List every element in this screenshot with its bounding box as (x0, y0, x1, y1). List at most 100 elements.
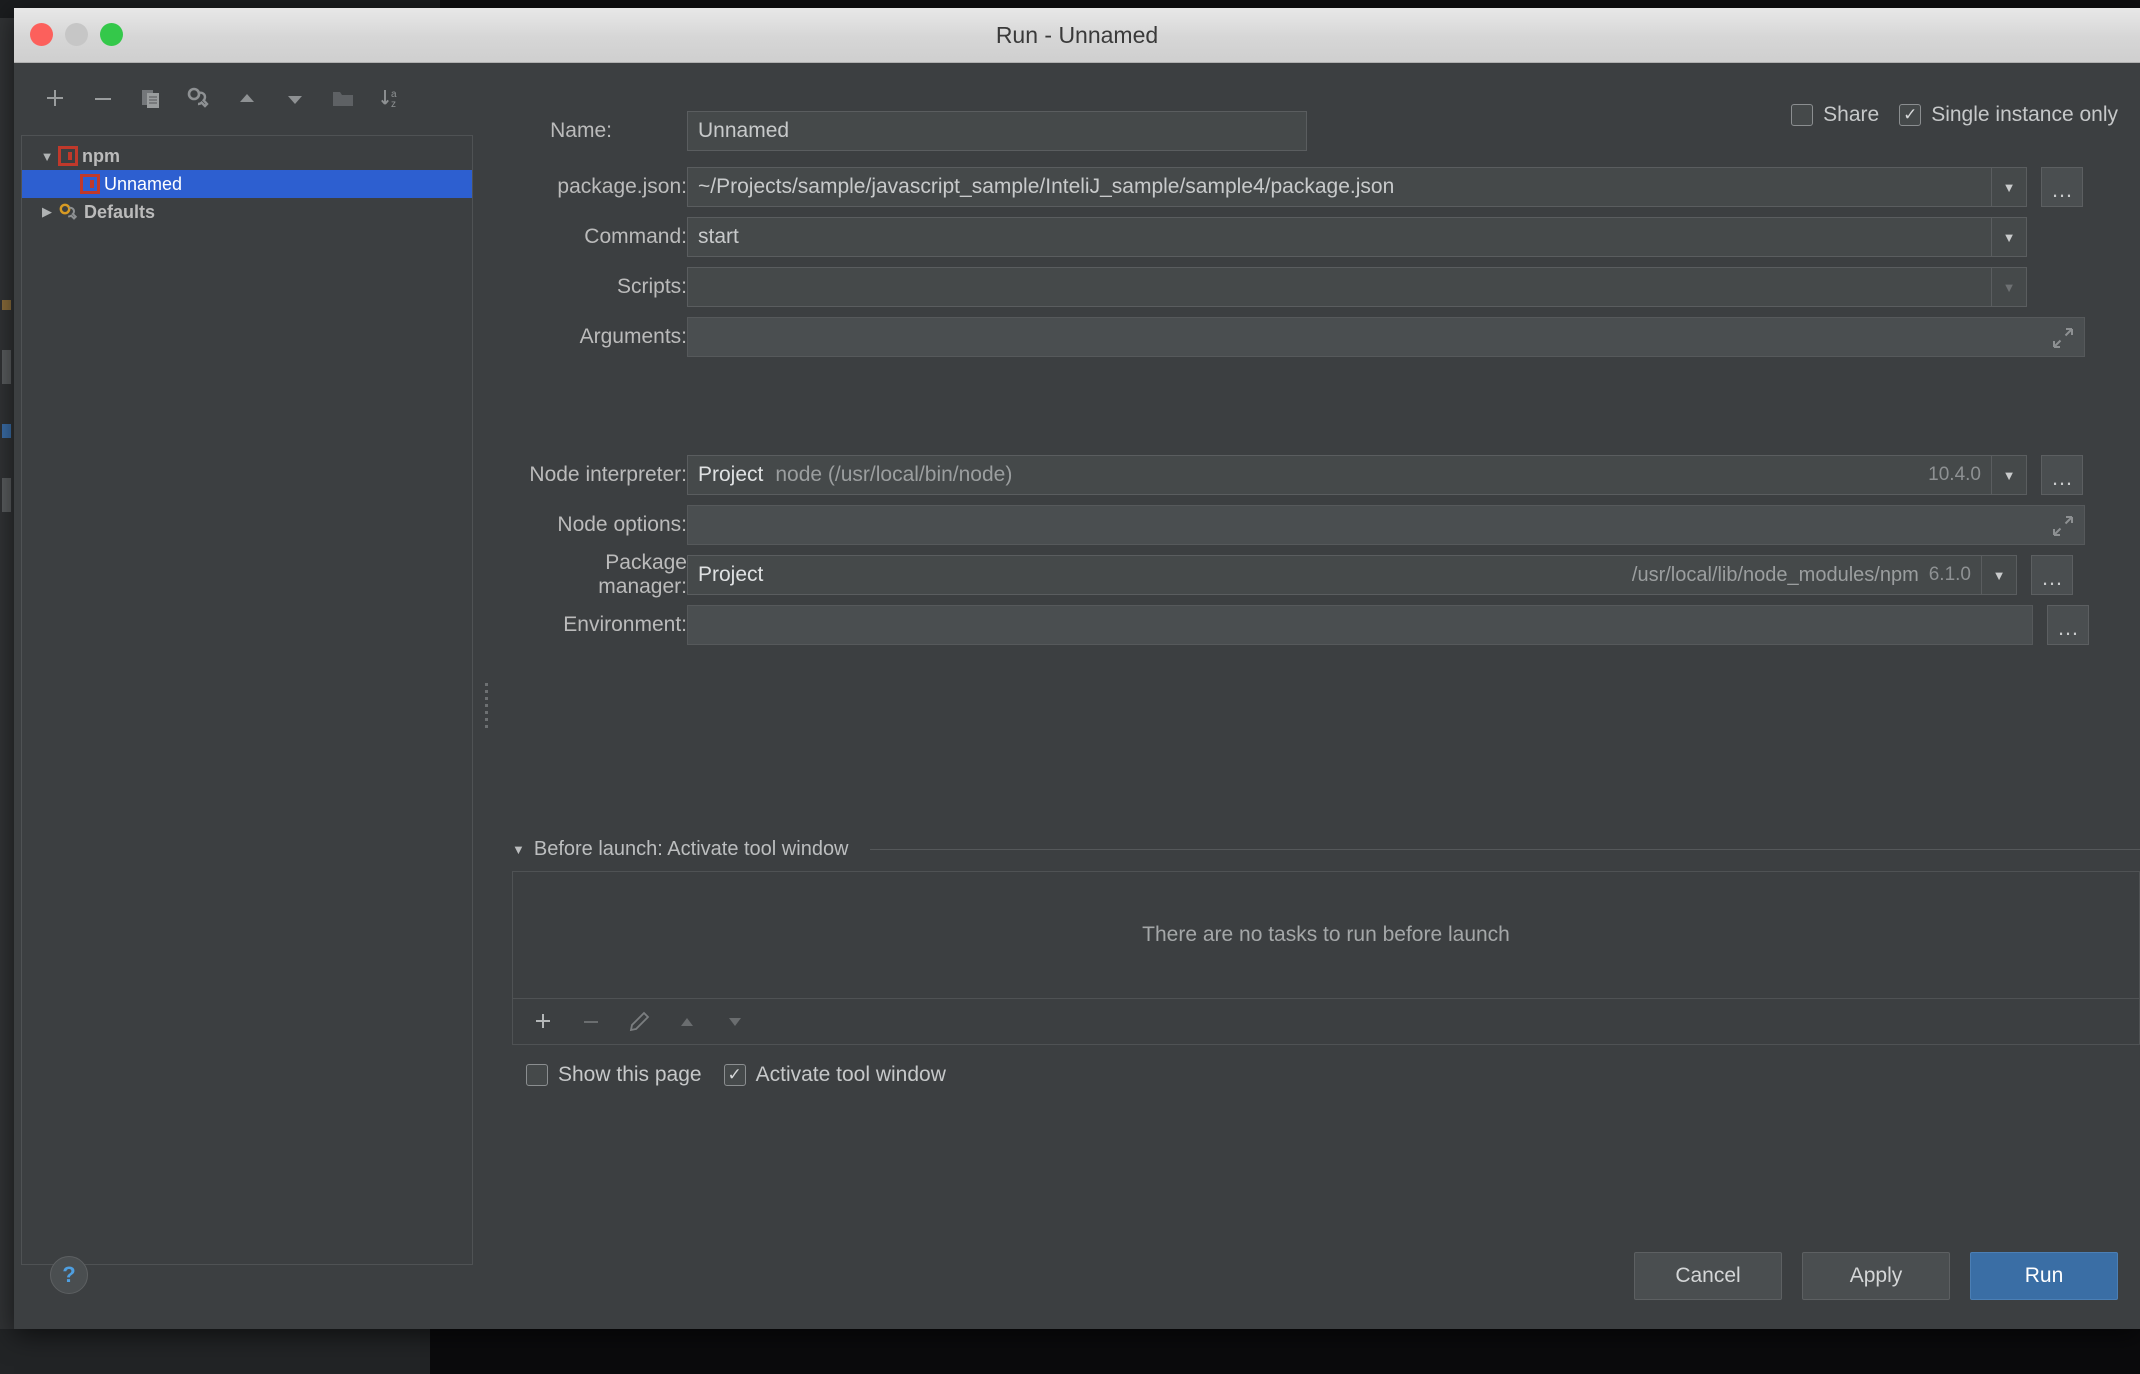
chevron-down-icon[interactable]: ▼ (1991, 268, 2026, 306)
remove-button[interactable] (84, 82, 122, 116)
node-options-row: Node options: (512, 505, 2085, 545)
ide-bottom-left-band (0, 1329, 430, 1374)
configure-node-interpreter-button[interactable]: … (2041, 455, 2083, 495)
command-label: Command: (584, 225, 687, 248)
close-window-button[interactable] (30, 23, 53, 46)
package-json-value[interactable]: ~/Projects/sample/javascript_sample/Inte… (688, 175, 1991, 199)
add-button[interactable] (36, 82, 74, 116)
activate-tool-window-label: Activate tool window (755, 1063, 946, 1086)
expand-editor-icon[interactable] (2052, 327, 2074, 349)
package-manager-scope: Project (698, 563, 764, 586)
tree-item-defaults[interactable]: ▶ Defaults (22, 198, 472, 226)
move-down-button[interactable] (276, 82, 314, 116)
tree-item-npm[interactable]: ▼ npm (22, 142, 472, 170)
checkbox-box[interactable]: ✓ (1791, 104, 1814, 126)
name-label: Name: (550, 119, 612, 142)
tree-item-unnamed[interactable]: Unnamed (22, 170, 472, 198)
edit-environment-button[interactable]: … (2047, 605, 2089, 645)
chevron-down-icon[interactable]: ▼ (1991, 168, 2026, 206)
node-options-input[interactable] (687, 505, 2085, 545)
chevron-right-icon[interactable]: ▶ (36, 204, 58, 220)
share-checkbox[interactable]: ✓ Share (1791, 103, 1879, 127)
show-this-page-label: Show this page (558, 1063, 702, 1086)
move-task-up-button[interactable] (671, 1007, 703, 1037)
chevron-down-icon[interactable]: ▼ (1991, 456, 2026, 494)
checkbox-box[interactable]: ✓ (1899, 104, 1922, 126)
move-up-button[interactable] (228, 82, 266, 116)
zoom-window-button[interactable] (100, 23, 123, 46)
scripts-combo[interactable]: ▼ (687, 267, 2027, 307)
pencil-icon[interactable] (623, 1007, 655, 1037)
checkbox-box[interactable]: ✓ (526, 1064, 548, 1086)
stripe-mark-1 (2, 300, 11, 310)
package-json-row: package.json: ~/Projects/sample/javascri… (512, 167, 2083, 207)
scripts-label: Scripts: (616, 275, 687, 298)
environment-input[interactable] (687, 605, 2033, 645)
checkbox-box[interactable]: ✓ (723, 1064, 746, 1086)
svg-text:z: z (391, 99, 396, 110)
configurations-toolbar: a z (14, 63, 480, 121)
environment-row: Environment: … (512, 605, 2089, 645)
sort-az-icon[interactable]: a z (372, 82, 410, 116)
chevron-down-icon[interactable]: ▼ (1991, 218, 2026, 256)
activate-tool-window-checkbox[interactable]: ✓ Activate tool window (723, 1063, 946, 1087)
package-manager-combo[interactable]: Project /usr/local/lib/node_modules/npm … (687, 555, 2017, 595)
dialog-title: Run - Unnamed (995, 22, 1159, 48)
cancel-button[interactable]: Cancel (1634, 1252, 1782, 1300)
before-launch-header[interactable]: ▼ Before launch: Activate tool window (512, 838, 2140, 861)
before-launch-task-list[interactable]: There are no tasks to run before launch (512, 871, 2140, 999)
minimize-window-button[interactable] (65, 23, 88, 46)
show-this-page-checkbox[interactable]: ✓ Show this page (526, 1063, 702, 1087)
add-task-button[interactable] (527, 1007, 559, 1037)
node-interpreter-combo[interactable]: Project node (/usr/local/bin/node) 10.4.… (687, 455, 2027, 495)
package-manager-row: Package manager: Project /usr/local/lib/… (512, 551, 2073, 598)
wrench-icon[interactable] (180, 82, 218, 116)
configure-package-manager-button[interactable]: … (2031, 555, 2073, 595)
chevron-down-icon[interactable]: ▼ (36, 149, 58, 164)
scripts-row: Scripts: ▼ (512, 267, 2027, 307)
tree-item-label: npm (82, 145, 120, 166)
dialog-titlebar[interactable]: Run - Unnamed (14, 8, 2140, 63)
wrench-icon (58, 202, 80, 222)
panel-splitter[interactable] (480, 63, 492, 1329)
single-instance-checkbox[interactable]: ✓ Single instance only (1899, 103, 2118, 127)
node-interpreter-value: node (/usr/local/bin/node) (775, 463, 1013, 486)
apply-button[interactable]: Apply (1802, 1252, 1950, 1300)
run-button[interactable]: Run (1970, 1252, 2118, 1300)
window-controls (30, 23, 123, 46)
arguments-row: Arguments: (512, 317, 2085, 357)
move-task-down-button[interactable] (719, 1007, 751, 1037)
share-label: Share (1823, 103, 1880, 126)
copy-icon[interactable] (132, 82, 170, 116)
stripe-mark-3 (2, 424, 11, 438)
browse-package-json-button[interactable]: … (2041, 167, 2083, 207)
arguments-input[interactable] (687, 317, 2085, 357)
node-interpreter-row: Node interpreter: Project node (/usr/loc… (512, 455, 2083, 495)
run-configuration-dialog: Run - Unnamed a z ▼ npm Unnamed ▶ Defaul… (14, 8, 2140, 1329)
dialog-body: a z ▼ npm Unnamed ▶ Defaults Name: Unnam… (14, 63, 2140, 1329)
chevron-down-icon[interactable]: ▼ (512, 842, 525, 857)
command-value[interactable]: start (688, 225, 1991, 249)
tree-item-label: Defaults (84, 201, 156, 222)
command-combo[interactable]: start ▼ (687, 217, 2027, 257)
help-button[interactable]: ? (50, 1256, 88, 1294)
expand-editor-icon[interactable] (2052, 515, 2074, 537)
environment-label: Environment: (563, 613, 687, 636)
remove-task-button[interactable] (575, 1007, 607, 1037)
ide-tool-window-stripe (0, 300, 12, 720)
package-json-combo[interactable]: ~/Projects/sample/javascript_sample/Inte… (687, 167, 2027, 207)
dialog-buttons: Cancel Apply Run (1634, 1252, 2118, 1300)
chevron-down-icon[interactable]: ▼ (1981, 556, 2016, 594)
arguments-label: Arguments: (579, 325, 687, 348)
name-row: Name: Unnamed (512, 111, 1307, 151)
separator-line (869, 849, 2140, 850)
configuration-form: Name: Unnamed ✓ Share ✓ Single instance … (492, 63, 2140, 1329)
configurations-tree[interactable]: ▼ npm Unnamed ▶ Defaults (21, 135, 473, 1265)
name-input[interactable]: Unnamed (687, 111, 1307, 151)
node-interpreter-label: Node interpreter: (529, 463, 687, 486)
stripe-mark-2 (2, 350, 11, 384)
folder-icon[interactable] (324, 82, 362, 116)
stripe-mark-4 (2, 478, 11, 512)
configurations-panel: a z ▼ npm Unnamed ▶ Defaults (14, 63, 480, 1329)
splitter-grip[interactable] (485, 683, 488, 729)
